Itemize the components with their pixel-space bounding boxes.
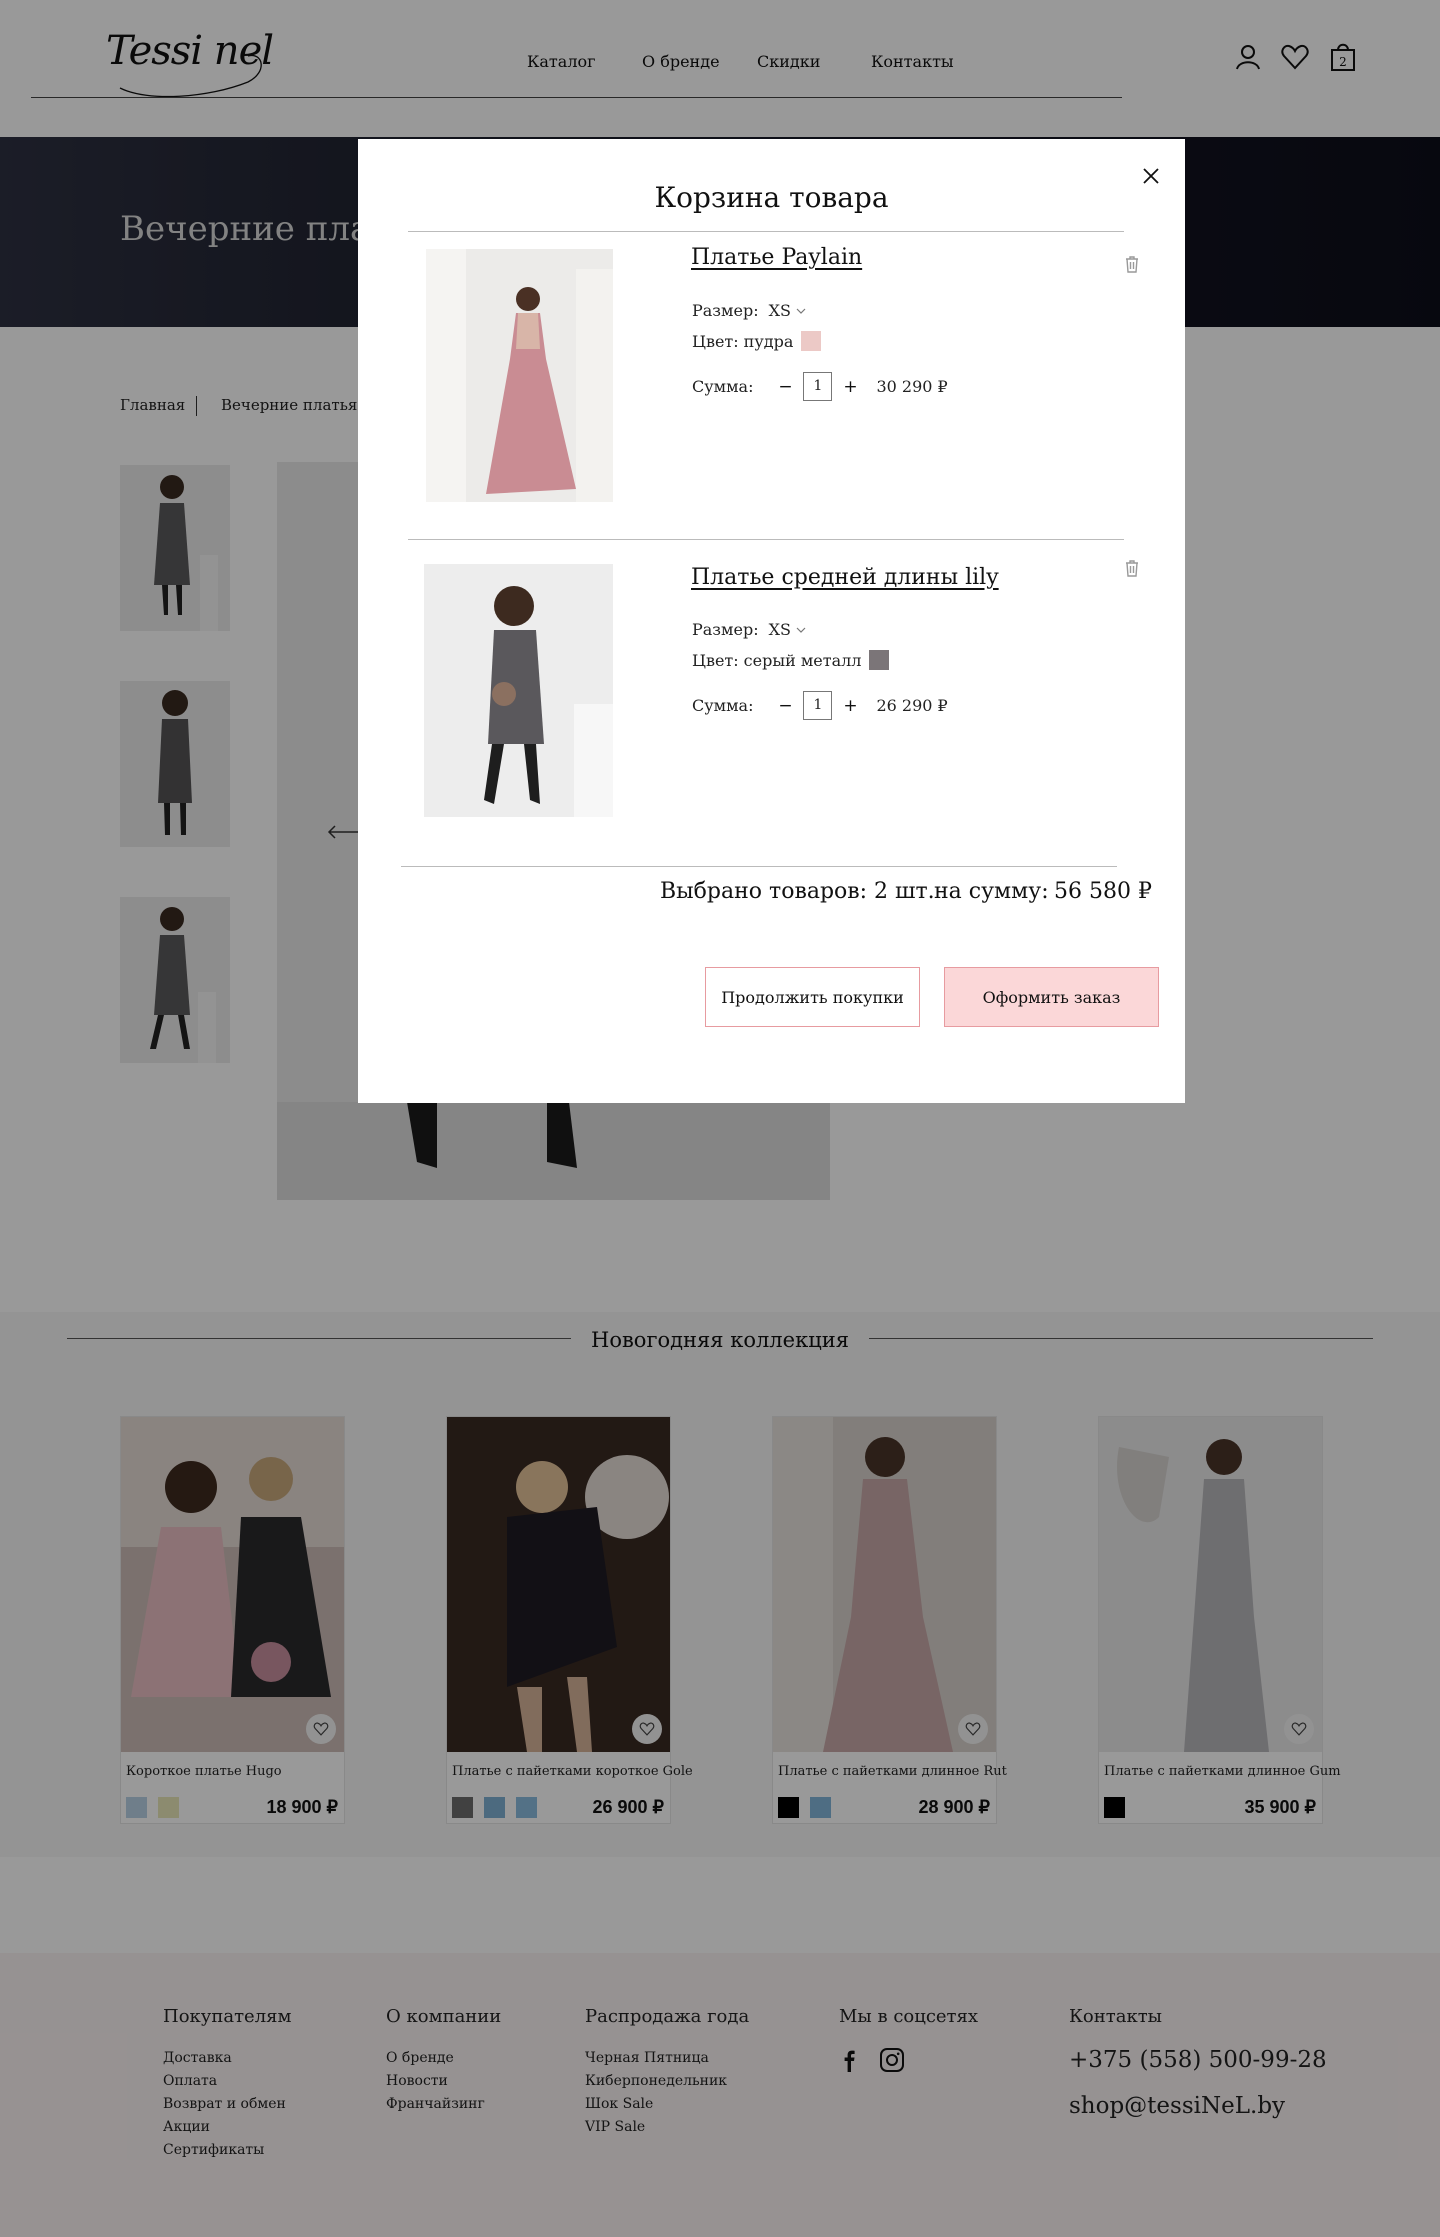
dress-photo bbox=[424, 564, 613, 817]
modal-title: Корзина товара bbox=[654, 181, 889, 214]
size-label: Размер: bbox=[692, 301, 759, 320]
color-chip bbox=[801, 331, 822, 351]
continue-shopping-button[interactable]: Продолжить покупки bbox=[705, 967, 920, 1027]
cart-modal: Корзина товара Платье Paylain Размер: XS… bbox=[358, 139, 1185, 1103]
increase-button[interactable]: + bbox=[840, 696, 860, 716]
size-label: Размер: bbox=[692, 620, 759, 639]
divider bbox=[408, 231, 1124, 232]
cart-item-color: Цвет: серый металл bbox=[692, 650, 890, 670]
color-name: пудра bbox=[743, 331, 794, 351]
checkout-button[interactable]: Оформить заказ bbox=[944, 967, 1159, 1027]
divider bbox=[401, 866, 1117, 867]
cart-item-price: 26 290 ₽ bbox=[876, 696, 948, 715]
color-label: Цвет: bbox=[692, 650, 739, 670]
quantity-input[interactable]: 1 bbox=[803, 691, 833, 720]
divider bbox=[408, 539, 1124, 540]
decrease-button[interactable]: − bbox=[775, 696, 795, 716]
cart-item-name[interactable]: Платье Paylain bbox=[691, 245, 862, 270]
trash-icon[interactable] bbox=[1121, 253, 1143, 275]
cart-item-size: Размер: XS bbox=[692, 620, 806, 639]
color-name: серый металл bbox=[743, 650, 862, 670]
selected-count: Выбрано товаров: 2 шт. bbox=[660, 879, 935, 904]
cart-item-color: Цвет: пудра bbox=[692, 331, 822, 351]
cart-item-sum: Сумма: − 1 + 30 290 ₽ bbox=[692, 372, 948, 401]
size-select[interactable]: XS bbox=[769, 301, 791, 320]
sum-label: Сумма: bbox=[692, 696, 754, 715]
close-icon bbox=[1143, 168, 1159, 184]
chevron-down-icon[interactable] bbox=[796, 307, 806, 315]
dress-photo bbox=[426, 249, 613, 502]
quantity-input[interactable]: 1 bbox=[803, 372, 833, 401]
cart-item-photo[interactable] bbox=[424, 564, 613, 817]
chevron-down-icon[interactable] bbox=[796, 626, 806, 634]
decrease-button[interactable]: − bbox=[775, 377, 795, 397]
cart-item-sum: Сумма: − 1 + 26 290 ₽ bbox=[692, 691, 948, 720]
color-label: Цвет: bbox=[692, 331, 739, 351]
cart-item-photo[interactable] bbox=[426, 249, 613, 502]
size-select[interactable]: XS bbox=[769, 620, 791, 639]
total-label: на сумму: bbox=[934, 879, 1049, 904]
cart-item-size: Размер: XS bbox=[692, 301, 806, 320]
color-chip bbox=[869, 650, 890, 670]
increase-button[interactable]: + bbox=[840, 377, 860, 397]
trash-icon[interactable] bbox=[1121, 557, 1143, 579]
cart-item-name[interactable]: Платье средней длины lily bbox=[691, 565, 999, 590]
sum-label: Сумма: bbox=[692, 377, 754, 396]
cart-item-price: 30 290 ₽ bbox=[876, 377, 948, 396]
close-button[interactable] bbox=[1136, 161, 1166, 191]
total-amount: 56 580 ₽ bbox=[1054, 879, 1152, 904]
